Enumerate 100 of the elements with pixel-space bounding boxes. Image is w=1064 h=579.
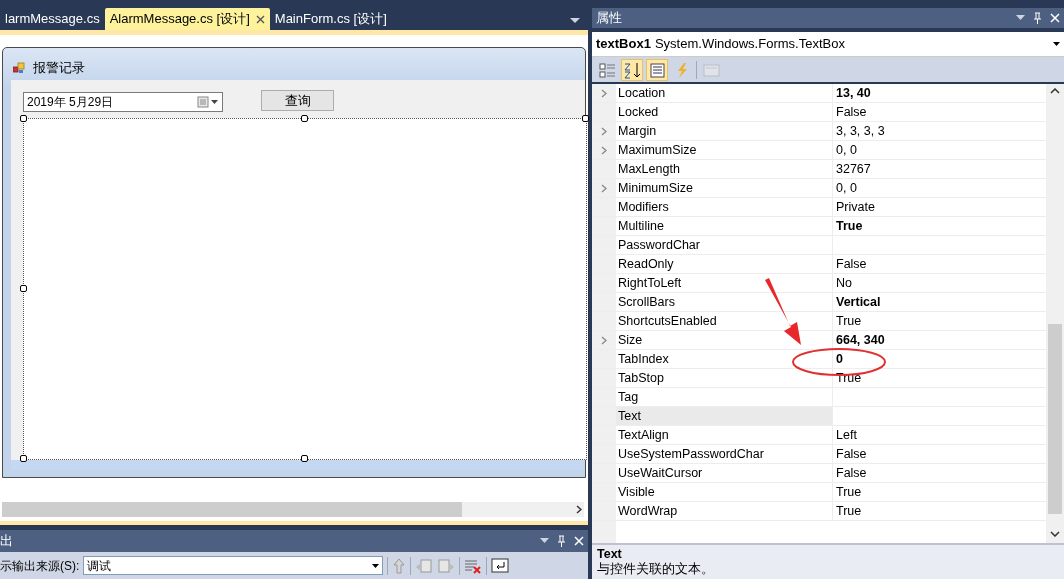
panel-title: 出: [0, 532, 13, 551]
property-name[interactable]: Modifiers: [616, 198, 833, 216]
dropdown-icon[interactable]: [1016, 15, 1025, 21]
panel-title: 属性: [596, 9, 622, 28]
property-value[interactable]: No: [836, 276, 852, 290]
scroll-up-icon[interactable]: [1050, 88, 1060, 94]
property-value[interactable]: 0, 0: [836, 181, 857, 195]
property-value[interactable]: False: [836, 466, 867, 480]
property-row[interactable]: Modifiers Private: [592, 198, 1046, 217]
scroll-down-icon[interactable]: [1050, 531, 1060, 537]
property-name[interactable]: UseSystemPasswordChar: [616, 445, 833, 463]
property-row[interactable]: ReadOnly False: [592, 255, 1046, 274]
dropdown-icon[interactable]: [540, 538, 549, 544]
dropdown-icon[interactable]: [570, 18, 580, 24]
previous-icon[interactable]: [415, 557, 434, 574]
property-name[interactable]: MaxLength: [616, 160, 833, 178]
property-name[interactable]: MinimumSize: [616, 179, 833, 197]
close-icon[interactable]: [255, 14, 265, 24]
property-name[interactable]: Tag: [616, 388, 833, 406]
property-name[interactable]: TextAlign: [616, 426, 833, 444]
property-row[interactable]: MaxLength 32767: [592, 160, 1046, 179]
property-value[interactable]: Private: [836, 200, 875, 214]
property-value[interactable]: True: [836, 485, 862, 499]
property-row[interactable]: MaximumSize 0, 0: [592, 141, 1046, 160]
expand-icon[interactable]: [601, 88, 607, 98]
expand-icon[interactable]: [601, 183, 607, 193]
property-value[interactable]: True: [836, 504, 862, 518]
property-value[interactable]: 0, 0: [836, 143, 857, 157]
pin-icon[interactable]: [557, 535, 566, 547]
property-name[interactable]: Text: [616, 407, 833, 425]
property-value[interactable]: False: [836, 257, 867, 271]
scroll-right-icon[interactable]: [576, 505, 582, 514]
object-selector[interactable]: textBox1 System.Windows.Forms.TextBox: [592, 32, 1064, 57]
property-value[interactable]: True: [836, 371, 862, 385]
property-value[interactable]: 32767: [836, 162, 871, 176]
property-name[interactable]: Margin: [616, 122, 833, 140]
property-name[interactable]: MaximumSize: [616, 141, 833, 159]
property-value[interactable]: Left: [836, 428, 857, 442]
document-tab[interactable]: AlarmMessage.cs [设计]: [104, 8, 270, 30]
description-text: 与控件关联的文本。: [597, 562, 715, 577]
calendar-dropdown-icon: [197, 96, 219, 108]
property-name[interactable]: PasswordChar: [616, 236, 833, 254]
dropdown-icon: [372, 563, 380, 568]
vertical-scrollbar[interactable]: [1046, 84, 1064, 543]
property-row[interactable]: PasswordChar: [592, 236, 1046, 255]
document-tab[interactable]: MainForm.cs [设计]: [269, 8, 392, 30]
form-title: 报警记录: [33, 59, 85, 78]
property-value[interactable]: 3, 3, 3, 3: [836, 124, 885, 138]
property-row[interactable]: Margin 3, 3, 3, 3: [592, 122, 1046, 141]
property-name[interactable]: WordWrap: [616, 502, 833, 520]
property-row[interactable]: Location 13, 40: [592, 84, 1046, 103]
property-value[interactable]: False: [836, 447, 867, 461]
next-icon[interactable]: [437, 557, 456, 574]
date-picker[interactable]: 2019年 5月29日: [23, 92, 223, 112]
word-wrap-icon[interactable]: [491, 558, 510, 573]
property-value[interactable]: True: [836, 314, 862, 328]
property-value[interactable]: 664, 340: [836, 333, 885, 347]
horizontal-scrollbar[interactable]: [2, 502, 584, 517]
property-row[interactable]: Multiline True: [592, 217, 1046, 236]
property-row[interactable]: UseWaitCursor False: [592, 464, 1046, 483]
property-value[interactable]: True: [836, 219, 863, 233]
expand-icon[interactable]: [601, 145, 607, 155]
sort-az-icon: [623, 60, 641, 79]
property-name[interactable]: Location: [616, 84, 833, 102]
property-name[interactable]: TabStop: [616, 369, 833, 387]
property-name[interactable]: ReadOnly: [616, 255, 833, 273]
toolbar-button[interactable]: [621, 58, 643, 81]
toolbar-button[interactable]: [646, 58, 668, 81]
property-name[interactable]: TabIndex: [616, 350, 833, 368]
dropdown-icon: [1053, 42, 1060, 46]
property-row[interactable]: Locked False: [592, 103, 1046, 122]
source-label: 示输出来源(S):: [0, 557, 80, 575]
source-combobox[interactable]: 调试: [83, 556, 384, 575]
property-value[interactable]: False: [836, 105, 867, 119]
property-name[interactable]: Locked: [616, 103, 833, 121]
property-row[interactable]: TabStop True: [592, 369, 1046, 388]
document-tab[interactable]: larmMessage.cs: [0, 8, 105, 30]
categorized-icon: [598, 60, 616, 79]
property-row[interactable]: WordWrap True: [592, 502, 1046, 521]
property-value[interactable]: 0: [836, 352, 843, 366]
annotation-arrow: [765, 278, 801, 345]
description-title: Text: [597, 547, 623, 562]
property-row[interactable]: Visible True: [592, 483, 1046, 502]
property-name[interactable]: UseWaitCursor: [616, 464, 833, 482]
property-value[interactable]: 13, 40: [836, 86, 871, 100]
property-row[interactable]: MinimumSize 0, 0: [592, 179, 1046, 198]
property-name[interactable]: Visible: [616, 483, 833, 501]
query-button[interactable]: 查询: [261, 90, 334, 111]
property-name[interactable]: Multiline: [616, 217, 833, 235]
property-row[interactable]: TextAlign Left: [592, 426, 1046, 445]
property-row[interactable]: TabIndex 0: [592, 350, 1046, 369]
property-row[interactable]: UseSystemPasswordChar False: [592, 445, 1046, 464]
property-value[interactable]: Vertical: [836, 295, 881, 309]
form-icon: [13, 62, 25, 74]
expand-icon[interactable]: [601, 335, 607, 345]
arrow-icon[interactable]: [392, 557, 407, 574]
clear-all-icon[interactable]: [464, 557, 483, 574]
pin-icon[interactable]: [1033, 12, 1042, 24]
expand-icon[interactable]: [601, 126, 607, 136]
property-row[interactable]: Text: [592, 407, 1046, 426]
